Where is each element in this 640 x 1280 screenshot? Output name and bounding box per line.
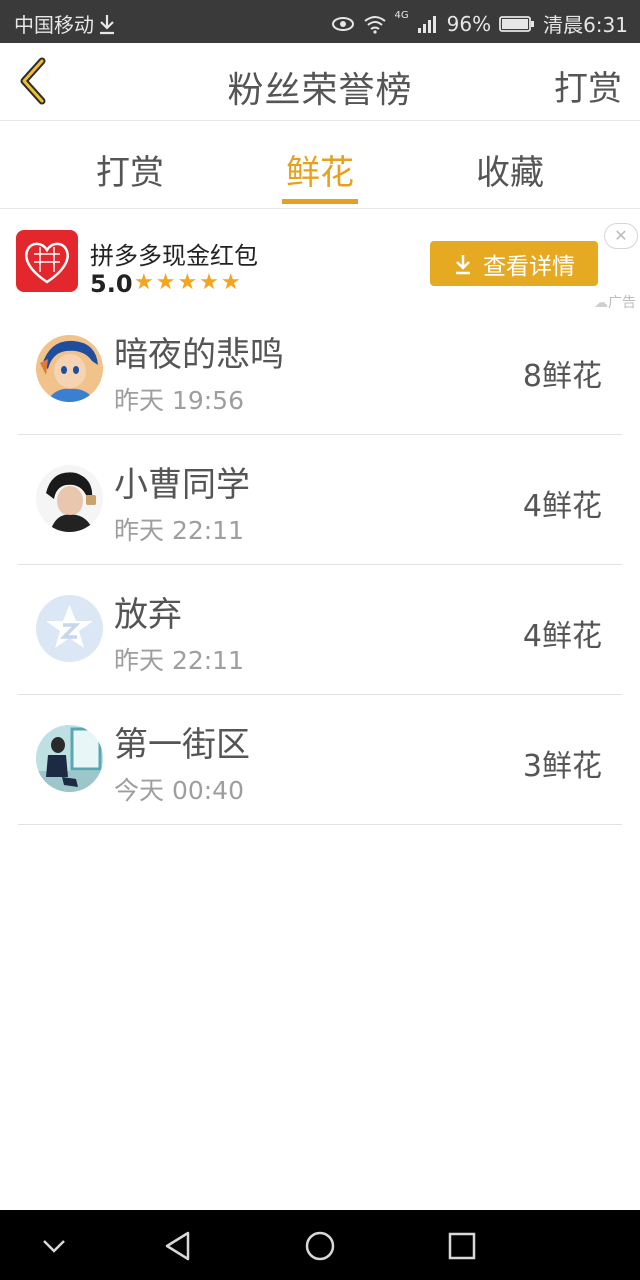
system-nav-bar [0, 1210, 640, 1280]
clock: 清晨6:31 [543, 13, 628, 37]
fan-time: 今天 00:40 [114, 776, 244, 805]
view-details-button[interactable]: 查看详情 [430, 241, 598, 286]
tab-bar: 打赏 鲜花 收藏 [0, 121, 640, 209]
tab-flowers[interactable]: 鲜花 [286, 145, 354, 194]
tab-favorites[interactable]: 收藏 [476, 145, 544, 194]
fan-ranking-list: 暗夜的悲鸣 昨天 19:56 8鲜花 小曹同学 昨天 22:11 4鲜花 放弃 [0, 305, 640, 825]
fan-time: 昨天 22:11 [114, 516, 244, 545]
chevron-down-icon[interactable] [34, 1226, 74, 1266]
home-circle-icon[interactable] [300, 1226, 340, 1266]
carrier-label: 中国移动 [14, 13, 94, 37]
tab-reward[interactable]: 打赏 [96, 145, 164, 194]
fan-name: 放弃 [114, 595, 182, 635]
flower-count: 8鲜花 [522, 359, 602, 394]
ad-rating: 5.0 [90, 270, 133, 298]
avatar [36, 465, 103, 532]
flower-count: 4鲜花 [522, 619, 602, 654]
app-logo [16, 230, 78, 292]
eye-icon [331, 16, 354, 31]
wifi-icon [363, 15, 386, 34]
download-icon [100, 14, 114, 34]
avatar [36, 335, 103, 402]
signal-icon [417, 15, 436, 33]
reward-button[interactable]: 打赏 [554, 61, 622, 110]
list-item[interactable]: 放弃 昨天 22:11 4鲜花 [18, 565, 622, 695]
star-rating-icon: ★★★★★ [134, 270, 243, 295]
fan-time: 昨天 19:56 [114, 386, 244, 415]
page-title: 粉丝荣誉榜 [227, 70, 413, 111]
ad-app-name: 拼多多现金红包 [90, 242, 258, 270]
network-type: 4G [394, 10, 409, 21]
flower-count: 4鲜花 [522, 489, 602, 524]
fan-time: 昨天 22:11 [114, 646, 244, 675]
back-triangle-icon[interactable] [158, 1226, 198, 1266]
list-item[interactable]: 小曹同学 昨天 22:11 4鲜花 [18, 435, 622, 565]
list-item[interactable]: 第一街区 今天 00:40 3鲜花 [18, 695, 622, 825]
ad-banner[interactable]: 拼多多现金红包 5.0 ★★★★★ 查看详情 ✕ ☁广告 [0, 209, 640, 313]
list-item[interactable]: 暗夜的悲鸣 昨天 19:56 8鲜花 [18, 305, 622, 435]
flower-count: 3鲜花 [522, 749, 602, 784]
status-bar: 中国移动 4G 96% 清晨6:31 [0, 0, 640, 43]
avatar [36, 725, 103, 792]
fan-name: 暗夜的悲鸣 [114, 335, 284, 375]
fan-name: 第一街区 [114, 725, 250, 765]
close-icon[interactable]: ✕ [604, 223, 638, 249]
recents-square-icon[interactable] [442, 1226, 482, 1266]
battery-percent: 96% [446, 11, 492, 36]
view-details-label: 查看详情 [483, 253, 575, 280]
fan-name: 小曹同学 [114, 465, 250, 505]
battery-icon [499, 15, 535, 32]
active-tab-indicator [282, 199, 358, 204]
title-bar: 粉丝荣誉榜 打赏 [0, 43, 640, 121]
avatar [36, 595, 103, 662]
download-icon [456, 254, 470, 274]
